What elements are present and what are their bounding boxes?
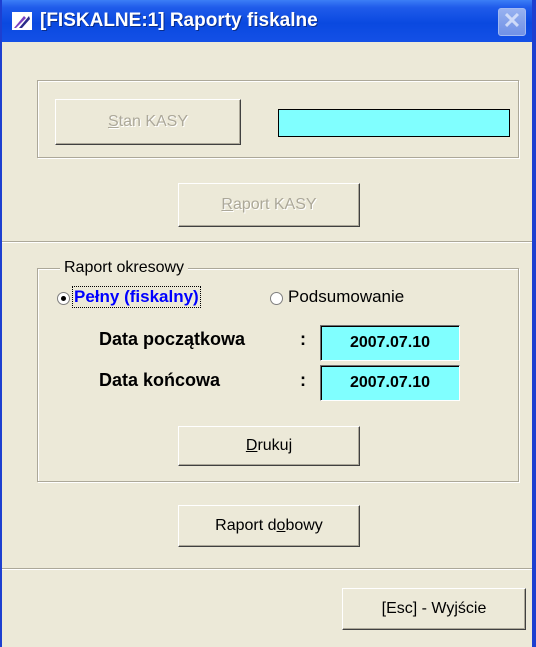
drukuj-button[interactable]: Drukuj [178,426,360,466]
okresowy-legend: Raport okresowy [60,259,189,277]
exit-button[interactable]: [Esc] - Wyjście [342,588,526,630]
close-icon[interactable]: ✕ [498,8,526,36]
app-icon [12,12,32,30]
start-date-label: Data początkowa [99,329,246,349]
dialog-window: [FISKALNE:1] Raporty fiskalne ✕ Stan KAS… [0,0,536,647]
separator-bottom [2,568,532,570]
stan-kasy-button[interactable]: Stan KASY [55,99,241,145]
end-date-field[interactable]: 2007.07.10 [320,365,460,401]
end-date-colon: : [300,370,306,390]
radio-full[interactable] [57,292,70,305]
separator-top [2,241,532,243]
radio-summary-label[interactable]: Podsumowanie [288,287,404,307]
radio-full-label[interactable]: Pełny (fiskalny) [72,286,201,308]
end-date-label: Data końcowa [99,370,221,390]
drukuj-mnemonic: D [245,437,258,454]
radio-summary[interactable] [270,292,283,305]
start-date-field[interactable]: 2007.07.10 [320,325,460,361]
raport-kasy-mnemonic: R [221,196,233,213]
stan-kasy-display [278,109,510,137]
title-bar[interactable]: [FISKALNE:1] Raporty fiskalne ✕ [2,0,532,42]
window-title: [FISKALNE:1] Raporty fiskalne [40,10,318,31]
raport-kasy-button[interactable]: Raport KASY [178,183,360,227]
start-date-colon: : [300,329,306,349]
stan-mnemonic: S [107,113,119,130]
raport-dobowy-button[interactable]: Raport dobowy [178,505,360,547]
